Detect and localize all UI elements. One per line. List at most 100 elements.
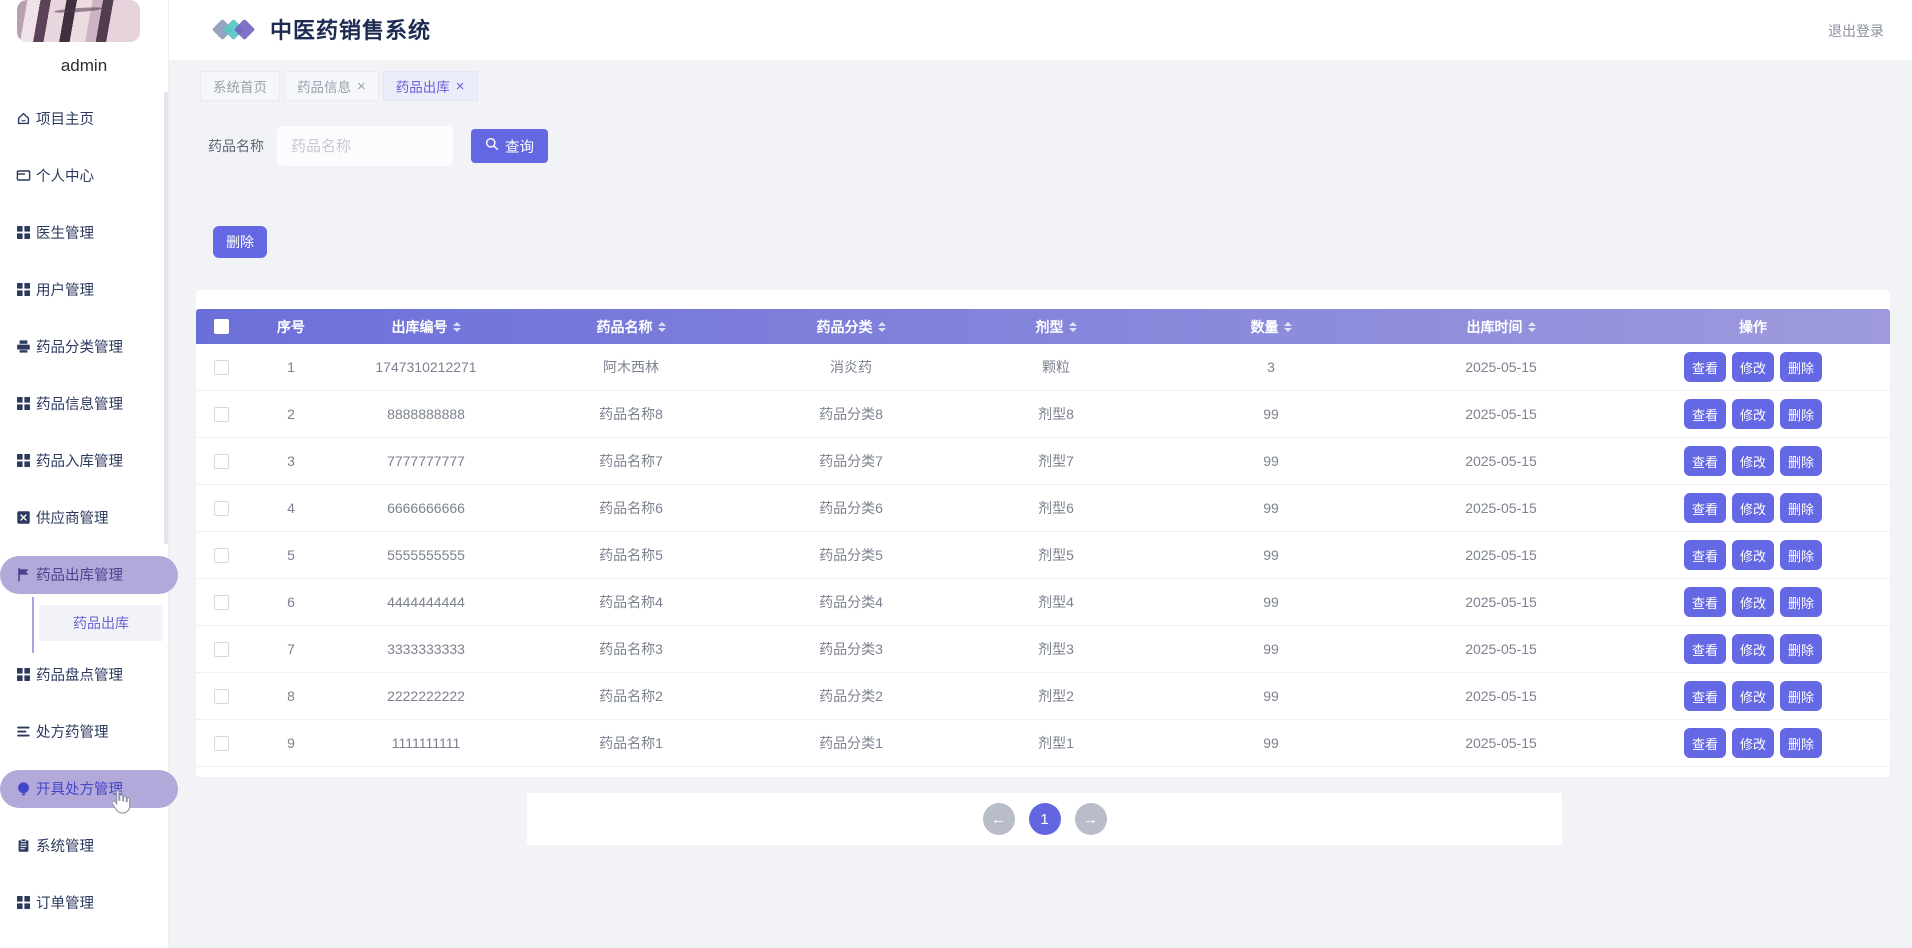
page-number-button[interactable]: 1: [1028, 803, 1061, 835]
sidebar-scrollbar[interactable]: [164, 92, 168, 544]
sidebar-item-7[interactable]: 供应商管理: [0, 489, 168, 546]
row-checkbox-cell: [196, 735, 246, 751]
sidebar-item-0[interactable]: 项目主页: [0, 90, 168, 147]
row-checkbox[interactable]: [213, 500, 229, 516]
edit-button[interactable]: 修改: [1731, 728, 1774, 758]
cell-index: 3: [287, 453, 295, 469]
cell-category: 消炎药: [830, 359, 872, 375]
sort-arrows-icon[interactable]: [1527, 321, 1536, 332]
logo-diamonds-icon: [211, 18, 256, 41]
row-checkbox[interactable]: [213, 641, 229, 657]
sidebar-item-11[interactable]: 开具处方管理: [0, 769, 178, 808]
view-button[interactable]: 查看: [1683, 587, 1726, 617]
view-button[interactable]: 查看: [1683, 634, 1726, 664]
view-button[interactable]: 查看: [1683, 540, 1726, 570]
edit-button[interactable]: 修改: [1731, 681, 1774, 711]
edit-button[interactable]: 修改: [1731, 399, 1774, 429]
row-checkbox[interactable]: [213, 594, 229, 610]
sidebar-item-8[interactable]: 药品出库管理: [0, 555, 178, 594]
delete-button[interactable]: 删除: [1780, 540, 1823, 570]
column-header-5[interactable]: 数量: [1156, 317, 1386, 337]
row-checkbox[interactable]: [213, 453, 229, 469]
sidebar-item-4[interactable]: 药品分类管理: [0, 318, 168, 375]
prev-page-button[interactable]: ←: [982, 803, 1015, 835]
edit-button[interactable]: 修改: [1731, 540, 1774, 570]
logout-button[interactable]: 退出登录: [1828, 21, 1884, 41]
row-checkbox[interactable]: [213, 688, 229, 704]
delete-button[interactable]: 删除: [1780, 399, 1823, 429]
search-button[interactable]: 查询: [471, 129, 548, 163]
column-header-6[interactable]: 出库时间: [1386, 317, 1616, 337]
column-header-2[interactable]: 药品名称: [516, 317, 746, 337]
row-checkbox[interactable]: [213, 547, 229, 563]
edit-button[interactable]: 修改: [1731, 587, 1774, 617]
view-button[interactable]: 查看: [1683, 446, 1726, 476]
edit-button[interactable]: 修改: [1731, 446, 1774, 476]
row-checkbox[interactable]: [213, 735, 229, 751]
arrow-right-icon: →: [1083, 810, 1098, 828]
search-form: 药品名称 查询: [208, 126, 548, 166]
view-button[interactable]: 查看: [1683, 681, 1726, 711]
sort-arrows-icon[interactable]: [877, 321, 886, 332]
edit-button[interactable]: 修改: [1731, 493, 1774, 523]
sidebar-item-6[interactable]: 药品入库管理: [0, 432, 168, 489]
sidebar-subitem-0[interactable]: 药品出库: [39, 605, 163, 641]
column-header-4[interactable]: 剂型: [956, 317, 1156, 337]
sidebar-item-label: 医生管理: [36, 226, 94, 242]
delete-button[interactable]: 删除: [1780, 493, 1823, 523]
delete-button[interactable]: 删除: [1780, 352, 1823, 382]
row-checkbox[interactable]: [213, 359, 229, 375]
cell-code: 2222222222: [387, 688, 465, 704]
table-row: 3 7777777777 药品名称7 药品分类7 剂型7 99 2025-05-15 查看 修改…: [196, 438, 1890, 485]
view-button[interactable]: 查看: [1683, 399, 1726, 429]
sort-arrows-icon[interactable]: [1068, 321, 1077, 332]
view-button[interactable]: 查看: [1683, 352, 1726, 382]
tab-0[interactable]: 系统首页: [200, 71, 280, 101]
bulk-delete-button[interactable]: 删除: [213, 226, 267, 258]
sort-arrows-icon[interactable]: [452, 321, 461, 332]
sidebar-item-10[interactable]: 处方药管理: [0, 703, 168, 760]
sidebar-item-2[interactable]: 医生管理: [0, 204, 168, 261]
tab-2[interactable]: 药品出库 ×: [382, 71, 478, 101]
close-tab-icon[interactable]: ×: [357, 79, 366, 94]
delete-button[interactable]: 删除: [1780, 728, 1823, 758]
cell-form: 剂型5: [1038, 547, 1074, 563]
view-button[interactable]: 查看: [1683, 728, 1726, 758]
sidebar-item-13[interactable]: 订单管理: [0, 874, 168, 931]
sidebar-item-label: 供应商管理: [36, 511, 109, 527]
cell-category: 药品分类3: [819, 641, 883, 657]
sidebar-item-12[interactable]: 系统管理: [0, 817, 168, 874]
close-tab-icon[interactable]: ×: [456, 79, 465, 94]
cell-name: 药品名称2: [599, 688, 663, 704]
cell-qty: 3: [1267, 359, 1275, 375]
search-button-label: 查询: [505, 139, 534, 156]
edit-button[interactable]: 修改: [1731, 352, 1774, 382]
next-page-button[interactable]: →: [1074, 803, 1107, 835]
select-all-checkbox[interactable]: [213, 319, 229, 334]
column-header-1[interactable]: 出库编号: [336, 317, 516, 337]
row-checkbox[interactable]: [213, 406, 229, 422]
tab-1[interactable]: 药品信息 ×: [284, 71, 379, 101]
sort-arrows-icon[interactable]: [657, 321, 666, 332]
cell-qty: 99: [1263, 406, 1279, 422]
sidebar-item-label: 项目主页: [36, 112, 94, 128]
view-button[interactable]: 查看: [1683, 493, 1726, 523]
delete-button[interactable]: 删除: [1780, 587, 1823, 617]
arrow-left-icon: ←: [991, 810, 1006, 828]
avatar[interactable]: [17, 0, 140, 42]
search-label: 药品名称: [208, 138, 264, 154]
delete-button[interactable]: 删除: [1780, 446, 1823, 476]
delete-button[interactable]: 删除: [1780, 681, 1823, 711]
column-header-0: 序号: [246, 317, 336, 337]
search-input[interactable]: [277, 126, 453, 166]
sort-arrows-icon[interactable]: [1283, 321, 1292, 332]
cell-date: 2025-05-15: [1465, 500, 1537, 516]
column-header-3[interactable]: 药品分类: [746, 317, 956, 337]
sidebar-item-5[interactable]: 药品信息管理: [0, 375, 168, 432]
delete-button[interactable]: 删除: [1780, 634, 1823, 664]
edit-button[interactable]: 修改: [1731, 634, 1774, 664]
row-actions-cell: 查看 修改 删除: [1616, 587, 1890, 617]
sidebar-item-1[interactable]: 个人中心: [0, 147, 168, 204]
sidebar-item-9[interactable]: 药品盘点管理: [0, 646, 168, 703]
sidebar-item-3[interactable]: 用户管理: [0, 261, 168, 318]
